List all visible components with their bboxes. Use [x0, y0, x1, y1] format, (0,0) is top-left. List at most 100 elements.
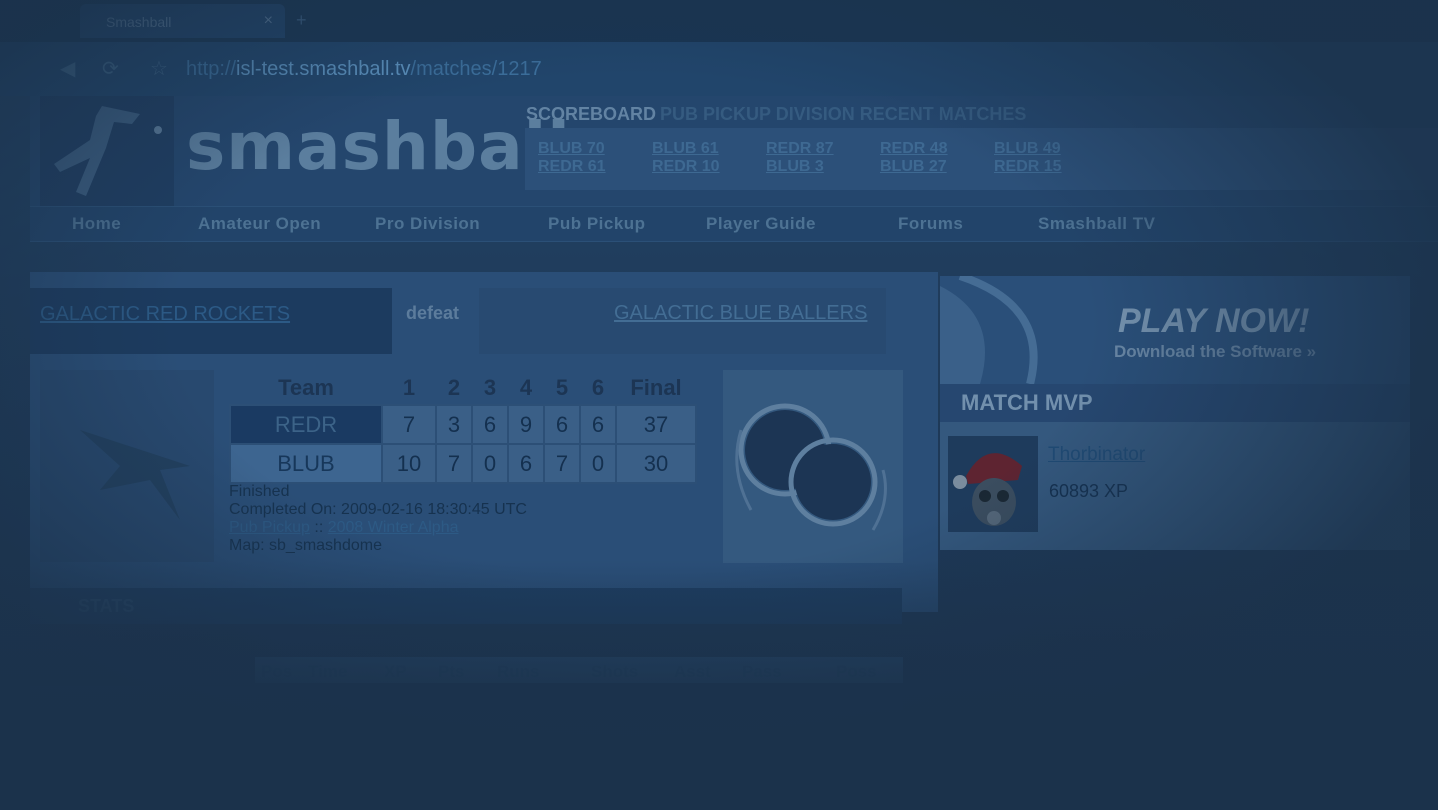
score-header: 3: [483, 375, 497, 400]
match-status: Finished: [229, 483, 290, 500]
score-header: 5: [555, 375, 569, 400]
match-completed: Completed On: 2009-02-16 18:30:45 UTC: [229, 501, 527, 518]
map-thumbnail: [723, 370, 903, 563]
team-cell: BLUB: [229, 443, 383, 484]
recent-match-link[interactable]: BLUB 61 REDR 10: [652, 140, 720, 176]
period-cell: 0: [471, 443, 509, 484]
match-league: Pub Pickup :: 2008 Winter Alpha: [229, 519, 458, 537]
tab-title: Smashball: [106, 14, 172, 30]
scoreboard-subtitle: PUB PICKUP DIVISION RECENT MATCHES: [660, 104, 1027, 124]
url-path: /matches/1217: [410, 58, 542, 80]
nav-forums[interactable]: Forums: [898, 214, 963, 234]
recent-match-line: BLUB 49: [994, 140, 1061, 157]
stats-col-header[interactable]: Shots: [591, 662, 638, 682]
score-header: Final: [630, 375, 682, 400]
avatar[interactable]: [948, 436, 1038, 532]
bookmark-star-icon[interactable]: ☆: [150, 56, 168, 81]
table-row: REDR 7 3 6 9 6 6 37: [229, 404, 697, 445]
table-row: BLUB 10 7 0 6 7 0 30: [229, 443, 697, 484]
period-cell: 10: [381, 443, 437, 484]
nav-smashball-tv[interactable]: Smashball TV: [1038, 214, 1155, 234]
period-cell: 7: [543, 443, 581, 484]
new-tab-icon[interactable]: +: [296, 10, 307, 31]
table-row: [30, 686, 903, 710]
period-cell: 6: [543, 404, 581, 445]
back-icon[interactable]: ◀: [60, 56, 75, 81]
gas-mask-santa-icon: [953, 453, 1022, 526]
recent-match-line: BLUB 3: [766, 158, 824, 175]
url-host: isl-test.smashball.tv: [236, 58, 411, 80]
page: Smashball × + ◀ ⟳ ☆ http://isl-test.smas…: [0, 0, 1438, 810]
recent-match-link[interactable]: REDR 48 BLUB 27: [880, 140, 948, 176]
recent-match-line: REDR 48: [880, 140, 948, 157]
stats-col-header[interactable]: Poss: [836, 662, 877, 682]
stats-col-header[interactable]: Asst: [674, 662, 711, 682]
mvp-title: MATCH MVP: [961, 390, 1093, 415]
league-separator: ::: [314, 519, 324, 536]
period-cell: 7: [381, 404, 437, 445]
rocket-emblem-icon: [80, 430, 190, 520]
download-link[interactable]: Download the Software »: [1114, 342, 1316, 362]
period-cell: 7: [435, 443, 473, 484]
stats-col-header[interactable]: Runs: [497, 662, 540, 682]
stats-col-header[interactable]: Time: [308, 662, 347, 682]
period-cell: 3: [435, 404, 473, 445]
recent-match-line: BLUB 70: [538, 140, 605, 157]
browser-tab[interactable]: Smashball ×: [80, 4, 285, 38]
stats-col-header[interactable]: Pos: [261, 662, 292, 682]
nav-pub-pickup[interactable]: Pub Pickup: [548, 214, 646, 234]
team-emblem: [40, 370, 214, 562]
url-scheme: http://: [186, 58, 237, 80]
recent-match-link[interactable]: BLUB 70 REDR 61: [538, 140, 606, 176]
nav-home[interactable]: Home: [72, 214, 121, 234]
final-cell: 37: [615, 404, 697, 445]
nav-amateur-open[interactable]: Amateur Open: [198, 214, 321, 234]
stats-bar: [30, 588, 902, 624]
smashdome-balls-icon: [735, 403, 887, 531]
period-cell: 9: [507, 404, 545, 445]
reload-icon[interactable]: ⟳: [102, 56, 119, 81]
stats-header-row: [255, 657, 903, 683]
team-right-link[interactable]: GALACTIC BLUE BALLERS: [614, 302, 867, 325]
recent-match-line: REDR 15: [994, 158, 1062, 175]
period-cell: 0: [579, 443, 617, 484]
score-header: 6: [591, 375, 605, 400]
period-cell: 6: [507, 443, 545, 484]
match-result: defeat: [406, 303, 460, 323]
final-cell: 30: [615, 443, 697, 484]
tab-close-icon[interactable]: ×: [264, 12, 273, 30]
recent-match-link[interactable]: REDR 87 BLUB 3: [766, 140, 834, 176]
recent-match-line: REDR 61: [538, 158, 606, 175]
stats-title: STATS: [78, 596, 135, 616]
league-link[interactable]: Pub Pickup: [229, 519, 310, 536]
score-header: 4: [519, 375, 533, 400]
match-map: Map: sb_smashdome: [229, 537, 382, 554]
mvp-player-link[interactable]: Thorbinator: [1048, 444, 1145, 466]
score-header: 2: [447, 375, 461, 400]
stats-col-header[interactable]: Pass: [742, 662, 782, 682]
stats-col-header[interactable]: Pts: [438, 662, 464, 682]
season-link[interactable]: 2008 Winter Alpha: [328, 519, 459, 536]
mvp-xp: 60893 XP: [1049, 481, 1129, 501]
score-table: Team 1 2 3 4 5 6 Final REDR 7 3 6 9 6 6 …: [229, 372, 697, 484]
recent-match-link[interactable]: BLUB 49 REDR 15: [994, 140, 1062, 176]
team-left-link[interactable]: GALACTIC RED ROCKETS: [40, 303, 290, 326]
url-field[interactable]: http://isl-test.smashball.tv/matches/121…: [186, 58, 542, 81]
scoreboard-label: SCOREBOARD: [526, 104, 657, 124]
player-silhouette-icon: [54, 106, 162, 196]
period-cell: 6: [579, 404, 617, 445]
recent-match-line: BLUB 27: [880, 158, 947, 175]
recent-match-line: REDR 87: [766, 140, 834, 157]
site-logo[interactable]: smashball: [186, 108, 571, 185]
period-cell: 6: [471, 404, 509, 445]
recent-match-line: REDR 10: [652, 158, 720, 175]
nebula-art-icon: [940, 272, 1038, 385]
recent-match-line: BLUB 61: [652, 140, 719, 157]
nav-player-guide[interactable]: Player Guide: [706, 214, 816, 234]
score-header: Team: [278, 375, 334, 400]
stats-col-header[interactable]: XP: [384, 662, 407, 682]
scoreboard-title: SCOREBOARD PUB PICKUP DIVISION RECENT MAT…: [526, 104, 1026, 125]
play-now-heading[interactable]: PLAY NOW!: [1118, 302, 1309, 341]
score-header: 1: [402, 375, 416, 400]
nav-pro-division[interactable]: Pro Division: [375, 214, 480, 234]
